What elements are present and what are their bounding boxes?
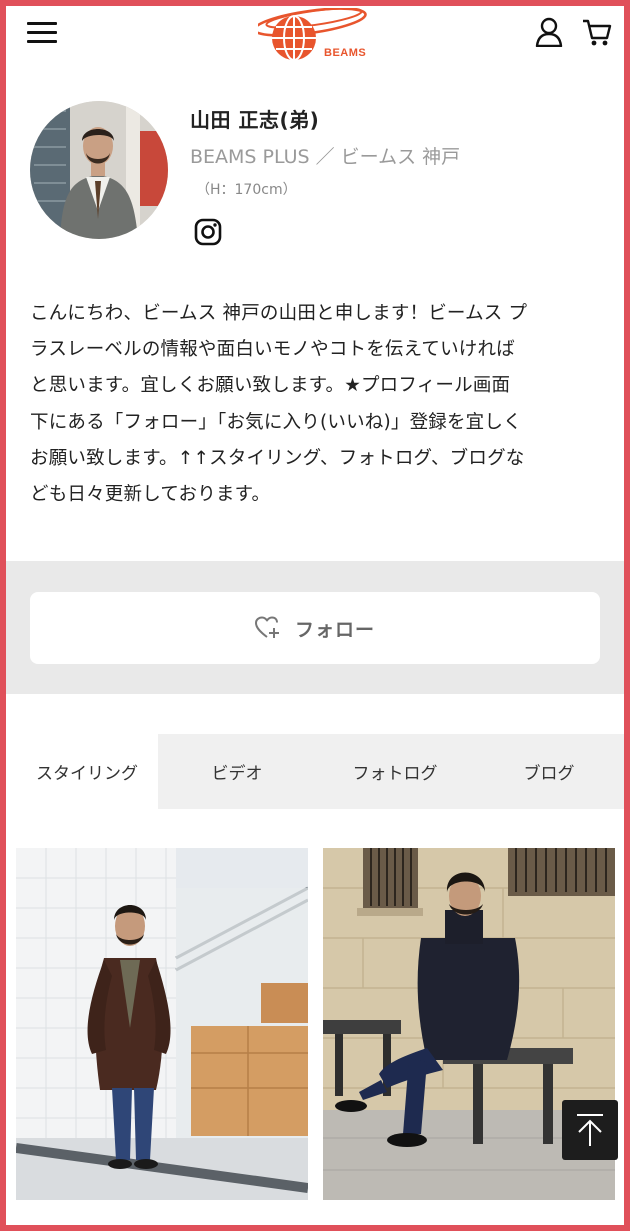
site-header: BEAMS bbox=[6, 6, 624, 62]
tab-blog[interactable]: ブログ bbox=[474, 734, 624, 809]
cart-icon[interactable] bbox=[582, 17, 612, 47]
back-to-top-button[interactable] bbox=[562, 1100, 618, 1160]
logo-text: BEAMS bbox=[324, 47, 366, 59]
staff-bio: こんにちわ、ビームス 神戸の山田と申します！ビームス プ ラスレーベルの情報や面… bbox=[30, 296, 602, 513]
follow-section: フォロー bbox=[6, 561, 624, 694]
hamburger-menu-icon[interactable] bbox=[27, 20, 57, 44]
staff-name: 山田 正志(弟) bbox=[190, 108, 320, 132]
follow-button[interactable]: フォロー bbox=[30, 592, 600, 664]
staff-avatar bbox=[30, 101, 168, 239]
bottom-strip bbox=[6, 1200, 624, 1225]
tab-photolog[interactable]: フォトログ bbox=[316, 734, 474, 809]
heart-plus-icon bbox=[254, 616, 281, 640]
tab-styling[interactable]: スタイリング bbox=[16, 734, 158, 809]
bio-line: ども日々更新しております。 bbox=[30, 484, 271, 506]
staff-shop: BEAMS PLUS ／ ビームス 神戸 bbox=[190, 146, 461, 168]
bio-line: 下にある「フォロー」「お気に入り(いいね)」登録を宜しく bbox=[30, 411, 522, 433]
tab-video[interactable]: ビデオ bbox=[158, 734, 316, 809]
bio-line: と思います。宜しくお願い致します。★プロフィール画面 bbox=[30, 375, 511, 397]
beams-logo[interactable]: BEAMS bbox=[253, 7, 372, 61]
bio-line: お願い致します。↑↑スタイリング、フォトログ、ブログな bbox=[30, 447, 525, 469]
bio-line: ラスレーベルの情報や面白いモノやコトを伝えていければ bbox=[30, 339, 515, 361]
bio-line: こんにちわ、ビームス 神戸の山田と申します！ビームス プ bbox=[30, 303, 528, 324]
arrow-up-icon bbox=[577, 1114, 603, 1146]
user-icon[interactable] bbox=[535, 17, 563, 48]
follow-label: フォロー bbox=[294, 618, 375, 641]
content-tabs: スタイリング ビデオ フォトログ ブログ bbox=[16, 734, 624, 809]
profile-page: BEAMS 山田 正志(弟) BEAMS PLUS ／ ビームス 神戸 （H：1… bbox=[6, 6, 624, 1225]
instagram-icon[interactable] bbox=[194, 218, 222, 246]
staff-height: （H：170cm） bbox=[196, 182, 297, 198]
styling-photo-1[interactable] bbox=[16, 848, 308, 1200]
